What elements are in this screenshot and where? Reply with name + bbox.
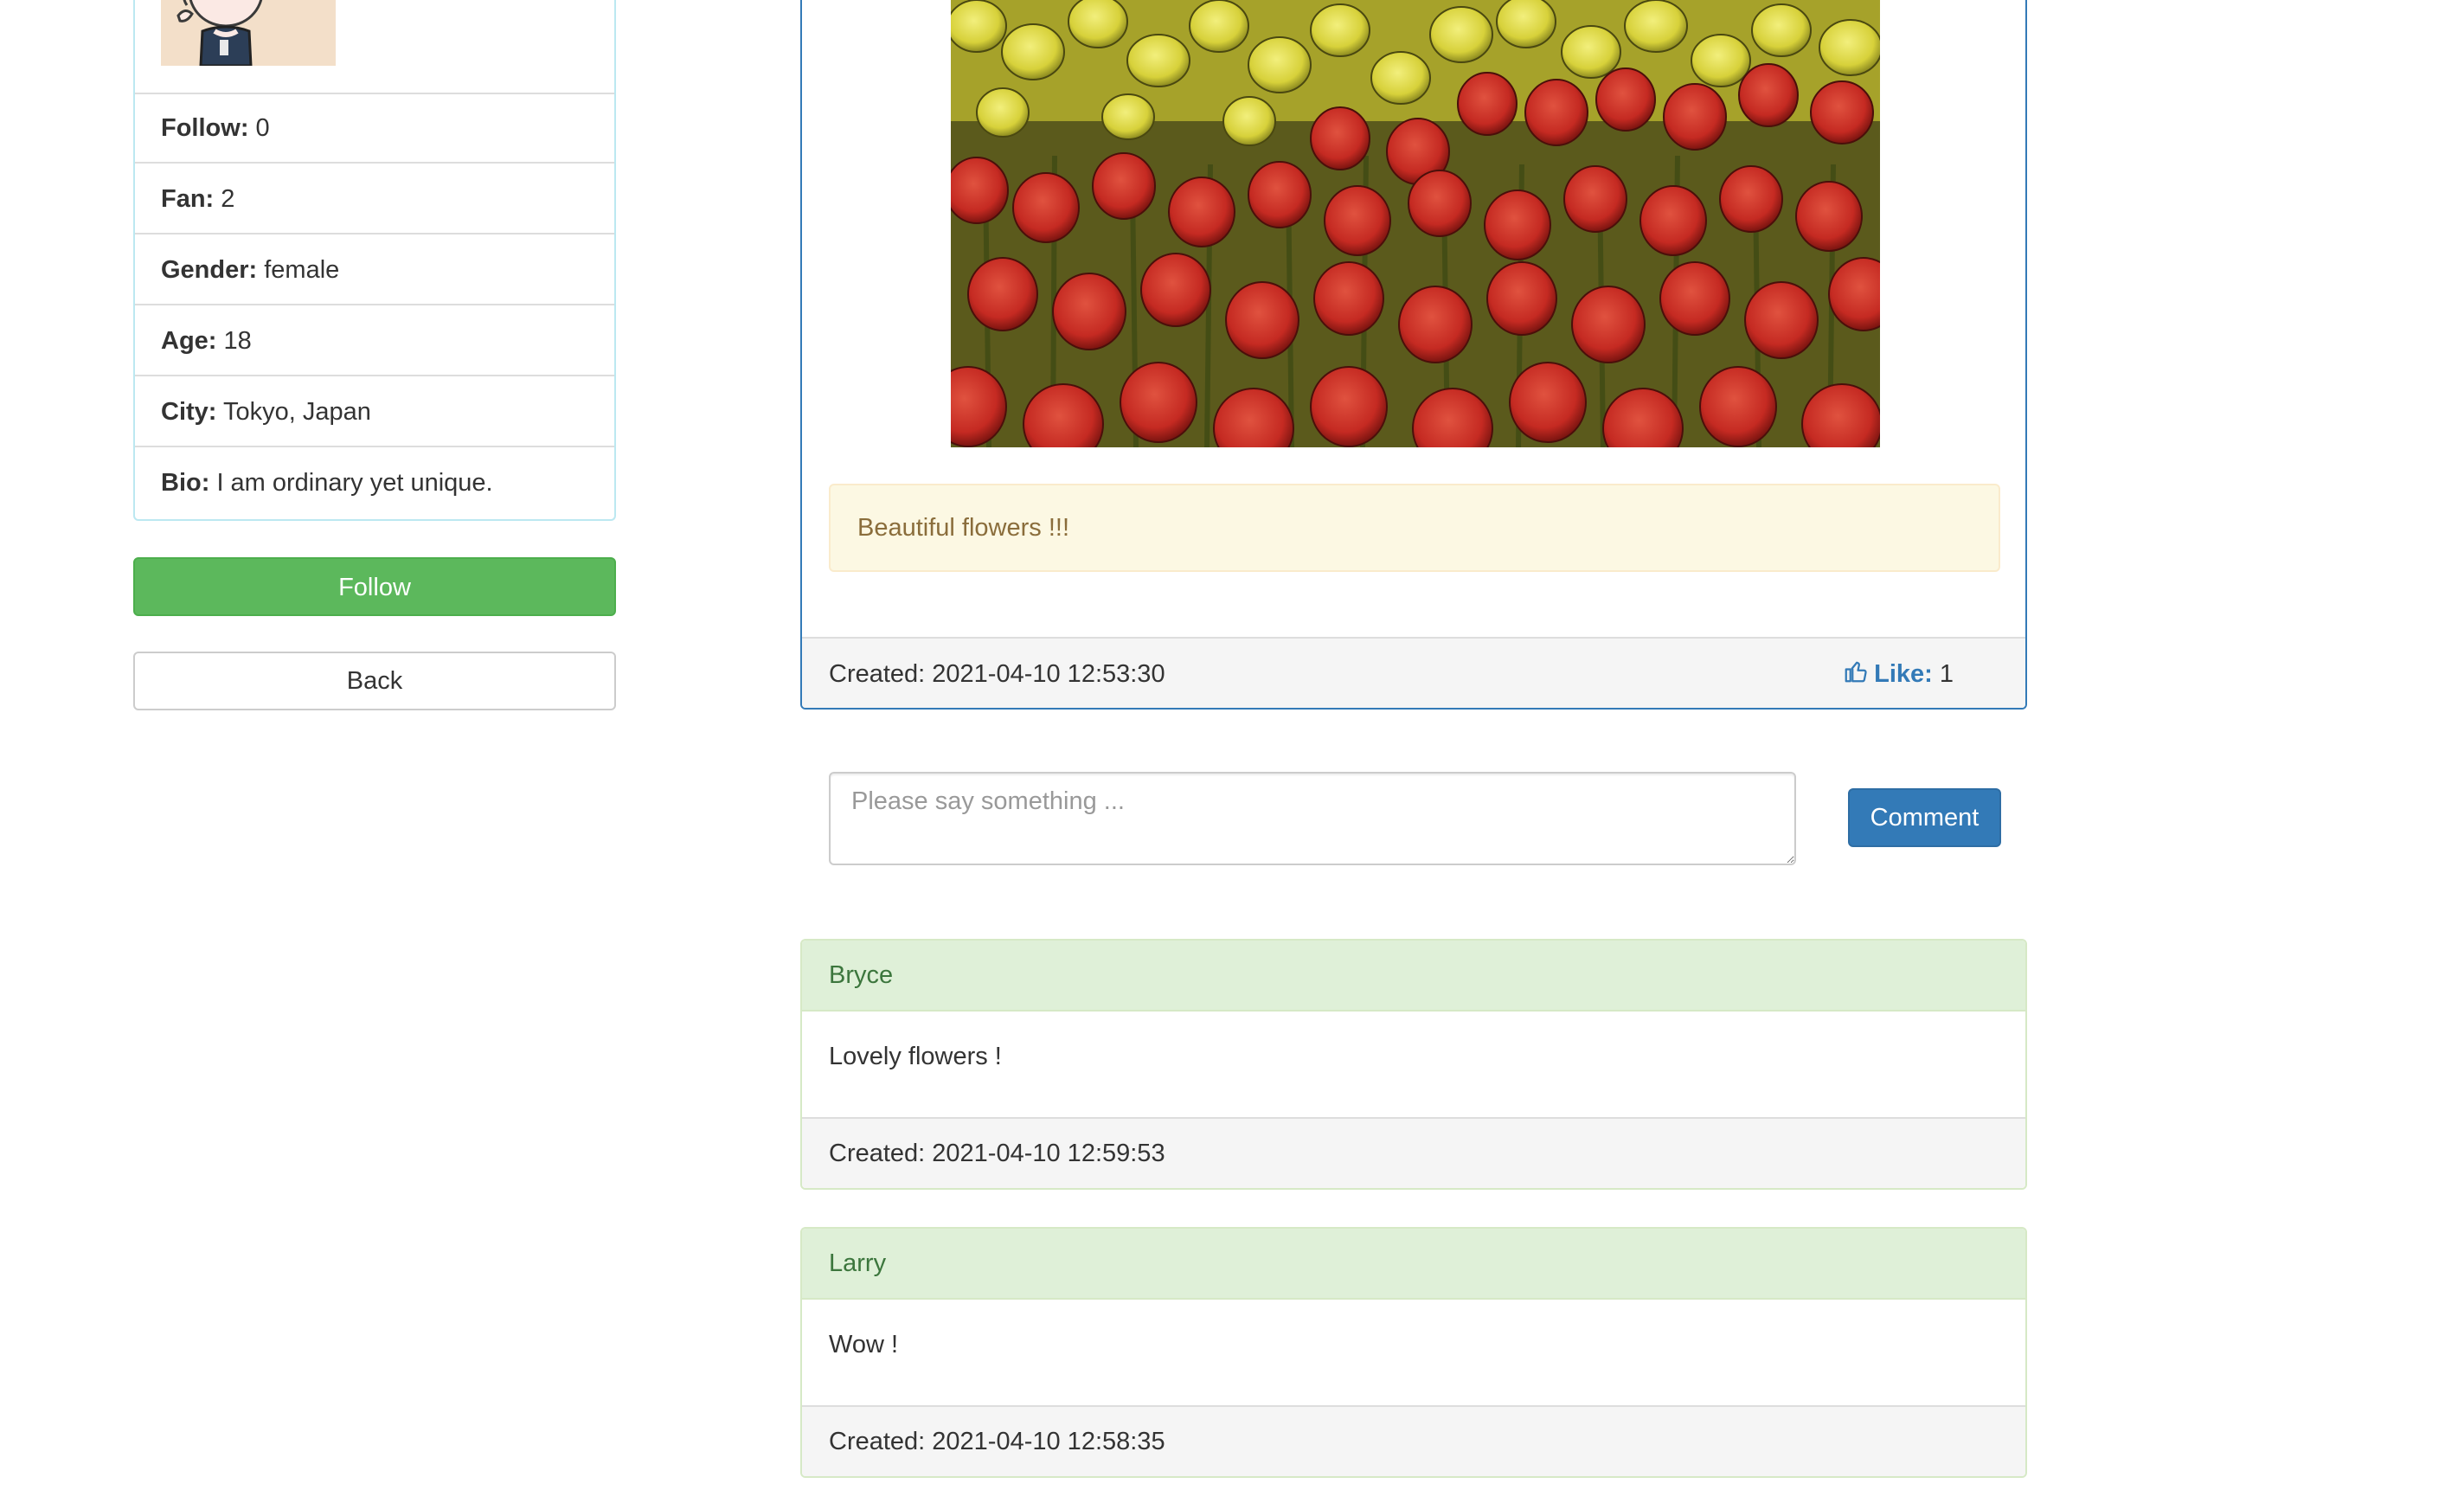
- back-button[interactable]: Back: [133, 652, 616, 710]
- profile-label: Bio:: [161, 469, 210, 497]
- comment-author: Bryce: [802, 941, 2025, 1012]
- profile-value: Tokyo, Japan: [223, 398, 371, 426]
- profile-value: 0: [255, 114, 270, 142]
- profile-row-follow: Follow: 0: [135, 93, 614, 164]
- profile-value: 2: [221, 185, 235, 213]
- comment-input[interactable]: [829, 772, 1796, 865]
- follow-button[interactable]: Follow: [133, 557, 616, 616]
- comment-text: Wow !: [829, 1331, 899, 1358]
- profile-label: Gender:: [161, 256, 258, 284]
- comment-button[interactable]: Comment: [1848, 788, 2001, 847]
- profile-list: Follow: 0 Fan: 2 Gender: female Age: 18 …: [133, 0, 616, 521]
- avatar-row: [135, 0, 614, 94]
- post-image[interactable]: [951, 0, 1880, 447]
- comment-author: Larry: [802, 1229, 2025, 1300]
- like-button[interactable]: Like: 1: [1843, 639, 1954, 708]
- post-created-time: Created: 2021-04-10 12:53:30: [829, 660, 1165, 688]
- profile-label: Follow:: [161, 114, 249, 142]
- avatar-illustration: [161, 0, 336, 66]
- profile-value: 18: [223, 327, 252, 355]
- comment-panel: Larry Wow ! Created: 2021-04-10 12:58:35: [800, 1227, 2027, 1478]
- avatar: [161, 0, 336, 66]
- like-count: 1: [1939, 660, 1954, 688]
- profile-row-bio: Bio: I am ordinary yet unique.: [135, 447, 614, 518]
- profile-value: I am ordinary yet unique.: [216, 469, 493, 497]
- profile-row-age: Age: 18: [135, 305, 614, 376]
- profile-row-gender: Gender: female: [135, 234, 614, 305]
- comment-text: Lovely flowers !: [829, 1043, 1002, 1070]
- post-caption: Beautiful flowers !!!: [829, 484, 2000, 572]
- comment-created-time: Created: 2021-04-10 12:59:53: [802, 1117, 2025, 1188]
- profile-value: female: [264, 256, 340, 284]
- profile-label: Age:: [161, 327, 217, 355]
- comment-created-time: Created: 2021-04-10 12:58:35: [802, 1405, 2025, 1476]
- profile-label: Fan:: [161, 185, 215, 213]
- thumbs-up-icon: [1845, 661, 1867, 683]
- like-label: Like:: [1874, 660, 1933, 688]
- profile-label: City:: [161, 398, 217, 426]
- post-footer: Created: 2021-04-10 12:53:30 Like: 1: [802, 637, 2025, 708]
- post-panel: Beautiful flowers !!! Created: 2021-04-1…: [800, 0, 2027, 710]
- profile-row-city: City: Tokyo, Japan: [135, 376, 614, 447]
- comment-panel: Bryce Lovely flowers ! Created: 2021-04-…: [800, 939, 2027, 1190]
- profile-row-fan: Fan: 2: [135, 164, 614, 234]
